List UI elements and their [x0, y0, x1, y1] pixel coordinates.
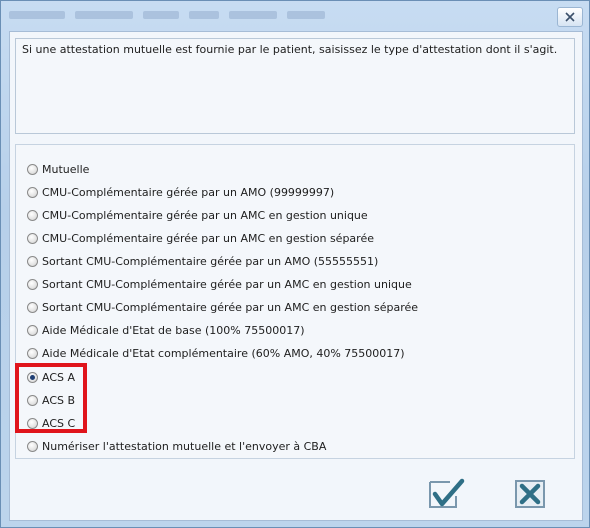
option-cmu-amo[interactable]: CMU-Complémentaire gérée par un AMO (999… [27, 184, 334, 200]
radio-button[interactable] [27, 278, 38, 290]
cancel-button[interactable] [510, 477, 550, 511]
title-bar [1, 1, 589, 31]
option-acs-a[interactable]: ACS A [27, 369, 75, 385]
radio-button[interactable] [27, 347, 38, 359]
option-acs-c[interactable]: ACS C [27, 415, 75, 431]
option-label: Sortant CMU-Complémentaire gérée par un … [42, 300, 419, 314]
option-ame-complementaire[interactable]: Aide Médicale d'Etat complémentaire (60%… [27, 345, 405, 361]
option-label: Aide Médicale d'Etat de base (100% 75500… [42, 323, 305, 337]
radio-button[interactable] [27, 232, 38, 244]
option-label: CMU-Complémentaire gérée par un AMC en g… [42, 231, 374, 245]
background-tabs [9, 11, 325, 21]
option-acs-b[interactable]: ACS B [27, 392, 75, 408]
option-label: Sortant CMU-Complémentaire gérée par un … [42, 277, 412, 291]
validate-button[interactable] [426, 477, 466, 511]
option-label: Aide Médicale d'Etat complémentaire (60%… [42, 346, 405, 360]
option-ame-base[interactable]: Aide Médicale d'Etat de base (100% 75500… [27, 322, 305, 338]
checkmark-icon [429, 478, 465, 508]
option-label: ACS C [42, 416, 76, 430]
radio-button[interactable] [27, 255, 38, 267]
radio-button-selected[interactable] [27, 371, 38, 383]
radio-button[interactable] [27, 324, 38, 336]
instruction-panel: Si une attestation mutuelle est fournie … [15, 38, 575, 134]
option-cmu-amc-unique[interactable]: CMU-Complémentaire gérée par un AMC en g… [27, 207, 368, 223]
close-icon [565, 12, 575, 22]
radio-button[interactable] [27, 209, 38, 221]
window-close-button[interactable] [557, 7, 583, 27]
dialog-content: Si une attestation mutuelle est fournie … [9, 31, 583, 521]
option-sortant-cmu-amc-unique[interactable]: Sortant CMU-Complémentaire gérée par un … [27, 276, 412, 292]
option-label: Sortant CMU-Complémentaire gérée par un … [42, 254, 379, 268]
radio-button[interactable] [27, 394, 38, 406]
option-label: Numériser l'attestation mutuelle et l'en… [42, 439, 327, 453]
radio-button[interactable] [27, 186, 38, 198]
option-numeriser-attestation[interactable]: Numériser l'attestation mutuelle et l'en… [27, 438, 326, 454]
option-sortant-cmu-amc-separee[interactable]: Sortant CMU-Complémentaire gérée par un … [27, 299, 418, 315]
radio-button[interactable] [27, 440, 38, 452]
option-mutuelle[interactable]: Mutuelle [27, 161, 89, 177]
instruction-text: Si une attestation mutuelle est fournie … [22, 43, 558, 56]
option-label: CMU-Complémentaire gérée par un AMC en g… [42, 208, 368, 222]
option-label: CMU-Complémentaire gérée par un AMO (999… [42, 185, 335, 199]
radio-button[interactable] [27, 417, 38, 429]
option-label: ACS A [42, 370, 76, 384]
option-sortant-cmu-amo[interactable]: Sortant CMU-Complémentaire gérée par un … [27, 253, 378, 269]
attestation-options: Mutuelle CMU-Complémentaire gérée par un… [15, 144, 575, 459]
option-label: Mutuelle [42, 162, 90, 176]
option-cmu-amc-separee[interactable]: CMU-Complémentaire gérée par un AMC en g… [27, 230, 374, 246]
radio-button[interactable] [27, 301, 38, 313]
x-icon [515, 480, 545, 508]
radio-button[interactable] [27, 163, 38, 175]
dialog-window: Si une attestation mutuelle est fournie … [0, 0, 590, 528]
option-label: ACS B [42, 393, 76, 407]
